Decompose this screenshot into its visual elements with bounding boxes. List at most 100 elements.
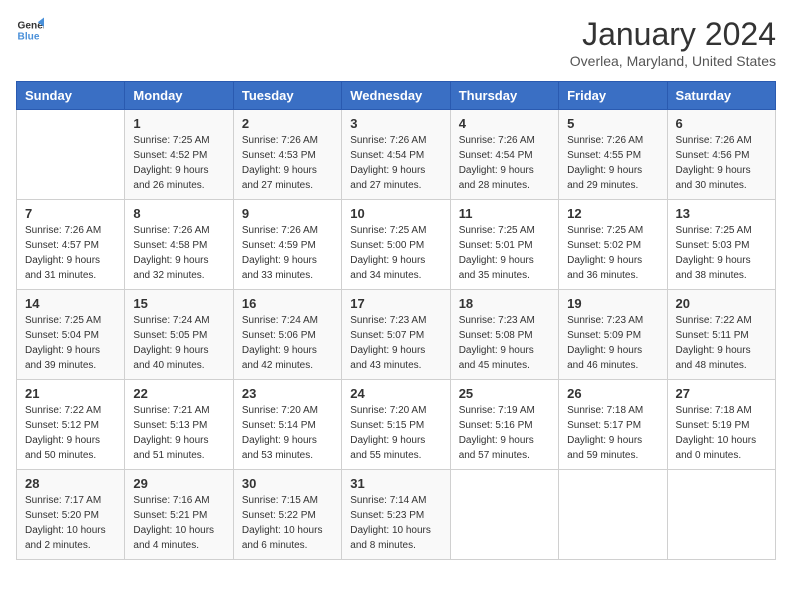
calendar-body: 1 Sunrise: 7:25 AM Sunset: 4:52 PM Daylig… (17, 110, 776, 560)
day-number: 7 (25, 206, 116, 221)
day-info: Sunrise: 7:26 AM Sunset: 4:59 PM Dayligh… (242, 223, 333, 283)
day-number: 9 (242, 206, 333, 221)
subtitle: Overlea, Maryland, United States (570, 53, 776, 69)
week-row-3: 21Sunrise: 7:22 AM Sunset: 5:12 PM Dayli… (17, 380, 776, 470)
header-wednesday: Wednesday (342, 82, 450, 110)
day-cell: 12Sunrise: 7:25 AM Sunset: 5:02 PM Dayli… (559, 200, 667, 290)
day-number: 28 (25, 476, 116, 491)
day-number: 27 (676, 386, 767, 401)
title-block: January 2024 Overlea, Maryland, United S… (570, 16, 776, 69)
day-number: 14 (25, 296, 116, 311)
month-title: January 2024 (570, 16, 776, 53)
day-number: 19 (567, 296, 658, 311)
day-cell: 31 Sunrise: 7:14 AM Sunset: 5:23 PM Dayli… (342, 470, 450, 560)
week-row-2: 14 Sunrise: 7:25 AM Sunset: 5:04 PM Dayli… (17, 290, 776, 380)
logo: General Blue (16, 16, 44, 44)
day-info: Sunrise: 7:26 AM Sunset: 4:54 PM Dayligh… (459, 133, 550, 193)
day-cell: 5 Sunrise: 7:26 AM Sunset: 4:55 PM Daylig… (559, 110, 667, 200)
day-number: 4 (459, 116, 550, 131)
day-cell: 16 Sunrise: 7:24 AM Sunset: 5:06 PM Dayli… (233, 290, 341, 380)
header-friday: Friday (559, 82, 667, 110)
day-number: 31 (350, 476, 441, 491)
day-info: Sunrise: 7:26 AM Sunset: 4:54 PM Dayligh… (350, 133, 441, 193)
day-number: 10 (350, 206, 441, 221)
day-info: Sunrise: 7:26 AM Sunset: 4:56 PM Dayligh… (676, 133, 767, 193)
day-cell: 9 Sunrise: 7:26 AM Sunset: 4:59 PM Daylig… (233, 200, 341, 290)
day-cell: 13 Sunrise: 7:25 AM Sunset: 5:03 PM Dayli… (667, 200, 775, 290)
day-number: 30 (242, 476, 333, 491)
day-number: 2 (242, 116, 333, 131)
day-cell: 29Sunrise: 7:16 AM Sunset: 5:21 PM Dayli… (125, 470, 233, 560)
day-number: 26 (567, 386, 658, 401)
day-cell: 8 Sunrise: 7:26 AM Sunset: 4:58 PM Daylig… (125, 200, 233, 290)
day-info: Sunrise: 7:26 AM Sunset: 4:53 PM Dayligh… (242, 133, 333, 193)
day-cell: 7Sunrise: 7:26 AM Sunset: 4:57 PM Daylig… (17, 200, 125, 290)
day-cell (667, 470, 775, 560)
day-info: Sunrise: 7:17 AM Sunset: 5:20 PM Dayligh… (25, 493, 116, 553)
header-sunday: Sunday (17, 82, 125, 110)
page-header: General Blue January 2024 Overlea, Maryl… (16, 16, 776, 69)
day-number: 25 (459, 386, 550, 401)
day-cell: 27 Sunrise: 7:18 AM Sunset: 5:19 PM Dayli… (667, 380, 775, 470)
day-cell (450, 470, 558, 560)
day-cell: 17 Sunrise: 7:23 AM Sunset: 5:07 PM Dayli… (342, 290, 450, 380)
day-cell: 20 Sunrise: 7:22 AM Sunset: 5:11 PM Dayli… (667, 290, 775, 380)
day-number: 5 (567, 116, 658, 131)
day-info: Sunrise: 7:15 AM Sunset: 5:22 PM Dayligh… (242, 493, 333, 553)
day-cell: 22Sunrise: 7:21 AM Sunset: 5:13 PM Dayli… (125, 380, 233, 470)
day-cell: 23Sunrise: 7:20 AM Sunset: 5:14 PM Dayli… (233, 380, 341, 470)
day-info: Sunrise: 7:18 AM Sunset: 5:17 PM Dayligh… (567, 403, 658, 463)
day-info: Sunrise: 7:23 AM Sunset: 5:09 PM Dayligh… (567, 313, 658, 373)
day-number: 8 (133, 206, 224, 221)
day-info: Sunrise: 7:23 AM Sunset: 5:07 PM Dayligh… (350, 313, 441, 373)
day-cell: 26 Sunrise: 7:18 AM Sunset: 5:17 PM Dayli… (559, 380, 667, 470)
day-number: 16 (242, 296, 333, 311)
calendar-table: SundayMondayTuesdayWednesdayThursdayFrid… (16, 81, 776, 560)
day-info: Sunrise: 7:19 AM Sunset: 5:16 PM Dayligh… (459, 403, 550, 463)
header-tuesday: Tuesday (233, 82, 341, 110)
day-number: 17 (350, 296, 441, 311)
day-number: 13 (676, 206, 767, 221)
day-info: Sunrise: 7:20 AM Sunset: 5:15 PM Dayligh… (350, 403, 441, 463)
header-thursday: Thursday (450, 82, 558, 110)
week-row-1: 7Sunrise: 7:26 AM Sunset: 4:57 PM Daylig… (17, 200, 776, 290)
header-saturday: Saturday (667, 82, 775, 110)
day-number: 11 (459, 206, 550, 221)
day-info: Sunrise: 7:25 AM Sunset: 5:03 PM Dayligh… (676, 223, 767, 283)
calendar-header: SundayMondayTuesdayWednesdayThursdayFrid… (17, 82, 776, 110)
day-info: Sunrise: 7:26 AM Sunset: 4:58 PM Dayligh… (133, 223, 224, 283)
day-number: 12 (567, 206, 658, 221)
day-number: 6 (676, 116, 767, 131)
day-cell: 11Sunrise: 7:25 AM Sunset: 5:01 PM Dayli… (450, 200, 558, 290)
day-cell: 25 Sunrise: 7:19 AM Sunset: 5:16 PM Dayli… (450, 380, 558, 470)
day-info: Sunrise: 7:18 AM Sunset: 5:19 PM Dayligh… (676, 403, 767, 463)
day-info: Sunrise: 7:23 AM Sunset: 5:08 PM Dayligh… (459, 313, 550, 373)
day-cell: 3 Sunrise: 7:26 AM Sunset: 4:54 PM Daylig… (342, 110, 450, 200)
week-row-4: 28 Sunrise: 7:17 AM Sunset: 5:20 PM Dayli… (17, 470, 776, 560)
day-number: 3 (350, 116, 441, 131)
day-cell: 30 Sunrise: 7:15 AM Sunset: 5:22 PM Dayli… (233, 470, 341, 560)
day-cell: 28 Sunrise: 7:17 AM Sunset: 5:20 PM Dayli… (17, 470, 125, 560)
day-info: Sunrise: 7:25 AM Sunset: 4:52 PM Dayligh… (133, 133, 224, 193)
day-cell: 21Sunrise: 7:22 AM Sunset: 5:12 PM Dayli… (17, 380, 125, 470)
day-number: 24 (350, 386, 441, 401)
day-info: Sunrise: 7:22 AM Sunset: 5:11 PM Dayligh… (676, 313, 767, 373)
day-info: Sunrise: 7:24 AM Sunset: 5:05 PM Dayligh… (133, 313, 224, 373)
day-info: Sunrise: 7:26 AM Sunset: 4:55 PM Dayligh… (567, 133, 658, 193)
day-cell: 4 Sunrise: 7:26 AM Sunset: 4:54 PM Daylig… (450, 110, 558, 200)
day-cell: 6 Sunrise: 7:26 AM Sunset: 4:56 PM Daylig… (667, 110, 775, 200)
header-monday: Monday (125, 82, 233, 110)
day-info: Sunrise: 7:21 AM Sunset: 5:13 PM Dayligh… (133, 403, 224, 463)
day-number: 15 (133, 296, 224, 311)
day-info: Sunrise: 7:25 AM Sunset: 5:04 PM Dayligh… (25, 313, 116, 373)
day-cell: 1 Sunrise: 7:25 AM Sunset: 4:52 PM Daylig… (125, 110, 233, 200)
day-info: Sunrise: 7:14 AM Sunset: 5:23 PM Dayligh… (350, 493, 441, 553)
day-number: 18 (459, 296, 550, 311)
day-number: 23 (242, 386, 333, 401)
day-cell: 2 Sunrise: 7:26 AM Sunset: 4:53 PM Daylig… (233, 110, 341, 200)
day-number: 20 (676, 296, 767, 311)
day-cell: 24 Sunrise: 7:20 AM Sunset: 5:15 PM Dayli… (342, 380, 450, 470)
day-info: Sunrise: 7:24 AM Sunset: 5:06 PM Dayligh… (242, 313, 333, 373)
svg-text:Blue: Blue (18, 31, 40, 42)
day-number: 1 (133, 116, 224, 131)
